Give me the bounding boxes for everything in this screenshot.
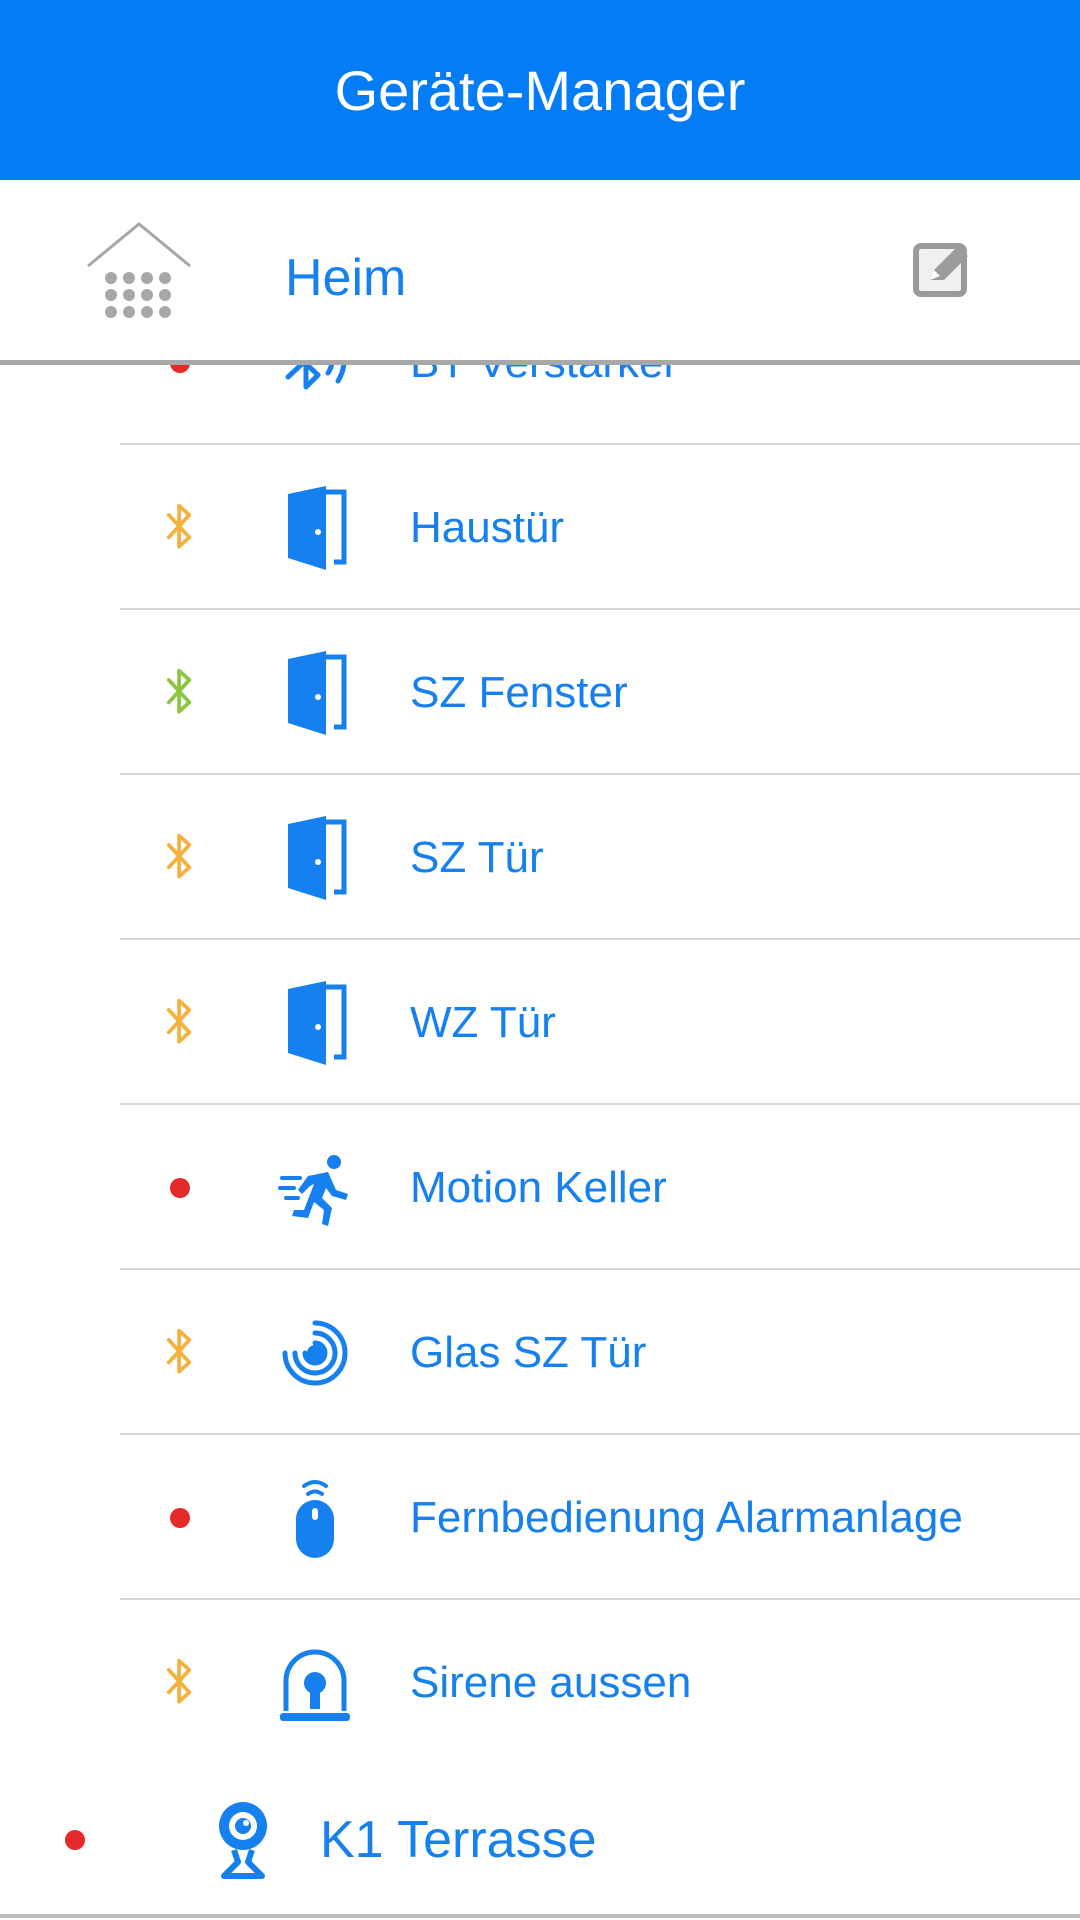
- door-icon: [278, 980, 352, 1065]
- device-label[interactable]: SZ Fenster: [410, 668, 628, 718]
- camera-icon: [219, 1802, 267, 1879]
- device-label[interactable]: SZ Tür: [410, 833, 544, 883]
- device-label[interactable]: Motion Keller: [410, 1163, 667, 1213]
- home-grid-icon[interactable]: [84, 220, 194, 320]
- group-divider: [0, 1914, 1080, 1918]
- status-dot: [150, 1488, 210, 1548]
- device-list[interactable]: BT Verstärker Haustür SZ Fenster SZ Tür WZ T…: [0, 365, 1080, 1920]
- bluetooth-icon: [150, 498, 210, 558]
- app-title: Geräte-Manager: [334, 58, 746, 122]
- door-icon: [278, 650, 352, 735]
- device-label[interactable]: Fernbedienung Alarmanlage: [410, 1493, 963, 1543]
- group-label[interactable]: K1 Terrasse: [320, 1810, 597, 1870]
- glass-break-icon: [278, 1311, 352, 1395]
- door-icon: [278, 485, 352, 570]
- siren-icon: [278, 1641, 352, 1725]
- bluetooth-icon: [150, 1653, 210, 1713]
- bluetooth-icon: [150, 663, 210, 723]
- edit-icon[interactable]: [912, 240, 972, 300]
- bluetooth-icon: [150, 828, 210, 888]
- device-row[interactable]: SZ Fenster: [0, 610, 1080, 775]
- device-label[interactable]: Glas SZ Tür: [410, 1328, 646, 1378]
- device-label[interactable]: WZ Tür: [410, 998, 556, 1048]
- device-list-inner: BT Verstärker Haustür SZ Fenster SZ Tür WZ T…: [0, 365, 1080, 1765]
- door-icon: [278, 815, 352, 900]
- status-dot: [150, 365, 210, 393]
- bluetooth-icon: [150, 1323, 210, 1383]
- group-row[interactable]: K1 Terrasse: [0, 1760, 1080, 1920]
- device-row[interactable]: Sirene aussen: [0, 1600, 1080, 1765]
- device-label[interactable]: Haustür: [410, 503, 564, 553]
- device-row[interactable]: Glas SZ Tür: [0, 1270, 1080, 1435]
- device-row[interactable]: Fernbedienung Alarmanlage: [0, 1435, 1080, 1600]
- status-indicator: [45, 1810, 105, 1870]
- device-row[interactable]: WZ Tür: [0, 940, 1080, 1105]
- device-label[interactable]: Sirene aussen: [410, 1658, 691, 1708]
- app-bar: Geräte-Manager: [0, 0, 1080, 180]
- motion-icon: [278, 1146, 352, 1230]
- home-label[interactable]: Heim: [285, 248, 406, 308]
- status-dot: [150, 1158, 210, 1218]
- device-row[interactable]: Motion Keller: [0, 1105, 1080, 1270]
- device-label[interactable]: BT Verstärker: [410, 365, 678, 388]
- home-header[interactable]: Heim: [0, 180, 1080, 360]
- device-row[interactable]: BT Verstärker: [0, 365, 1080, 445]
- bluetooth-icon: [150, 993, 210, 1053]
- remote-icon: [278, 1476, 352, 1560]
- device-row[interactable]: Haustür: [0, 445, 1080, 610]
- device-row[interactable]: SZ Tür: [0, 775, 1080, 940]
- bt-repeater-icon: [278, 365, 352, 405]
